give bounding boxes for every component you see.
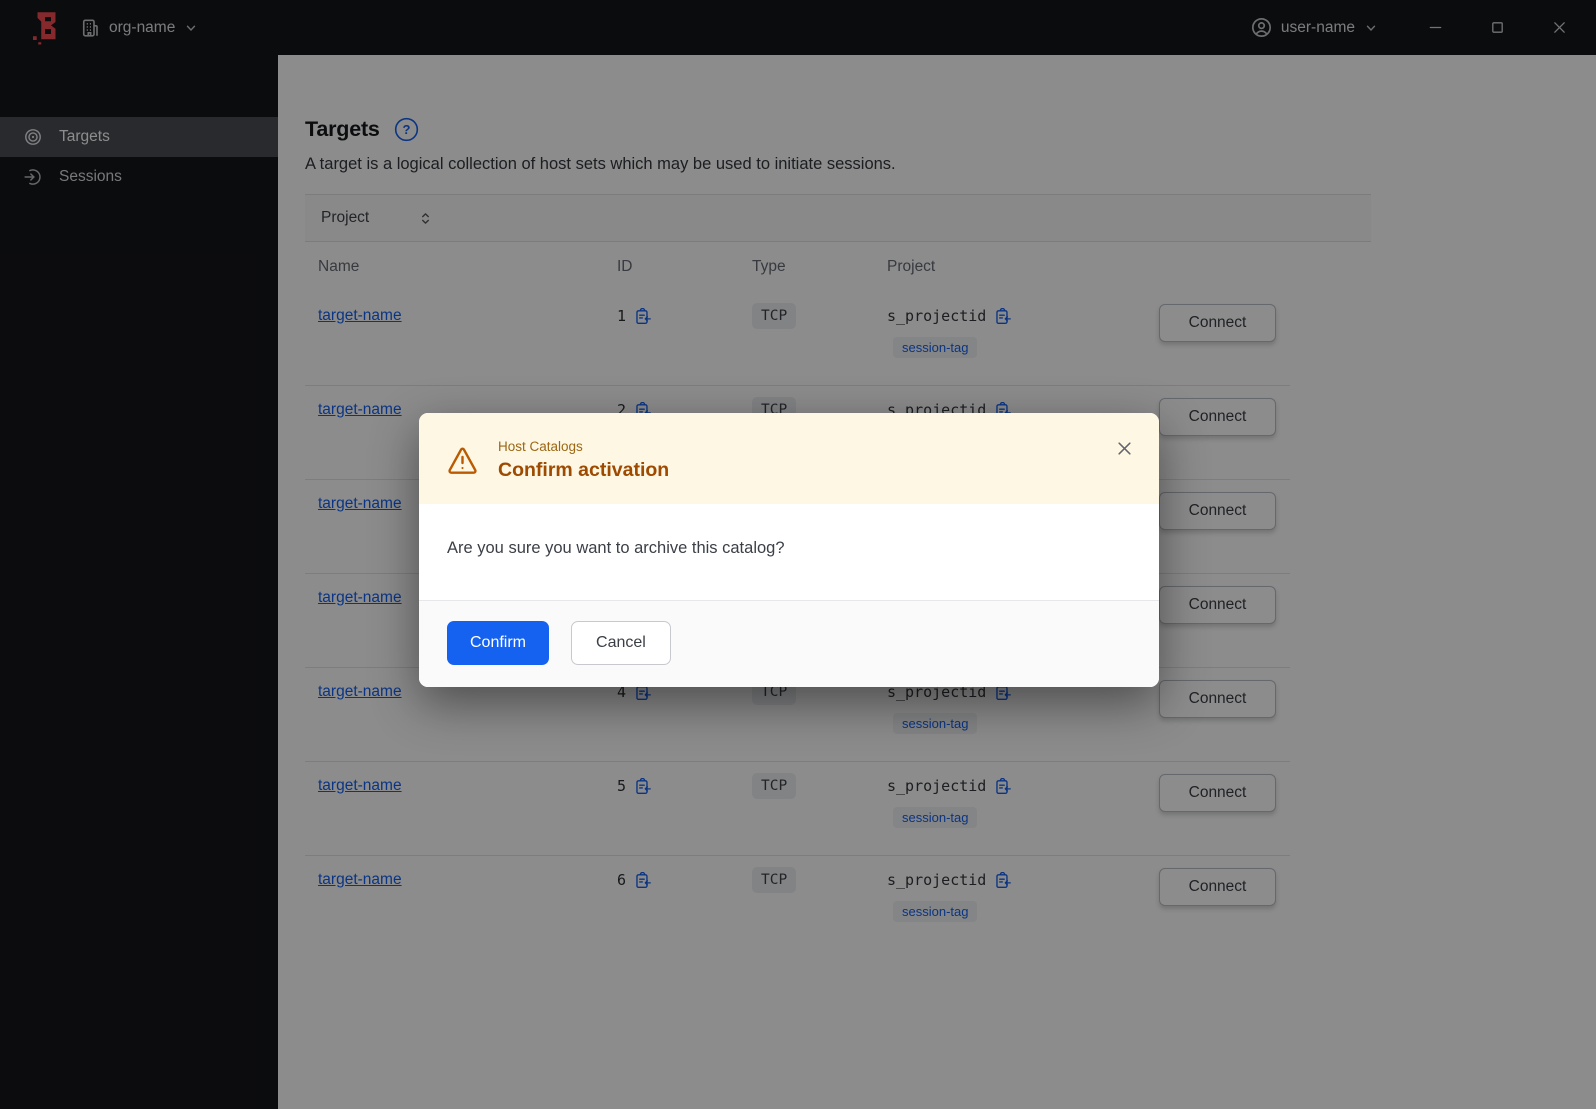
cancel-button[interactable]: Cancel: [571, 621, 671, 665]
alert-triangle-icon: [447, 445, 478, 482]
close-icon[interactable]: [1113, 437, 1135, 459]
dialog-title: Confirm activation: [498, 459, 670, 481]
dialog-message: Are you sure you want to archive this ca…: [447, 539, 785, 557]
dialog-tagline: Host Catalogs: [498, 439, 583, 454]
confirm-button[interactable]: Confirm: [447, 621, 550, 665]
confirm-dialog: Host Catalogs Confirm activation Are you…: [419, 413, 1159, 687]
dialog-footer: Confirm Cancel: [419, 600, 1159, 687]
dialog-header: Host Catalogs Confirm activation: [419, 413, 1159, 504]
